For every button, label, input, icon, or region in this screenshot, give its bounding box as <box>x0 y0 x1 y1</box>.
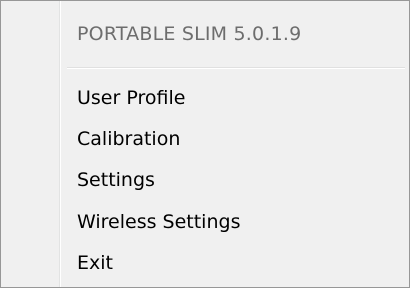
menu-item-user-profile[interactable]: User Profile <box>63 78 406 118</box>
gutter-divider-highlight <box>60 1 61 287</box>
menu-item-exit[interactable]: Exit <box>63 243 406 283</box>
icon-gutter <box>1 1 59 287</box>
menu-item-calibration[interactable]: Calibration <box>63 119 406 159</box>
menu-item-settings[interactable]: Settings <box>63 160 406 200</box>
menu-separator-highlight <box>67 68 405 69</box>
context-menu: PORTABLE SLIM 5.0.1.9 User Profile Calib… <box>0 0 410 288</box>
menu-header-title: PORTABLE SLIM 5.0.1.9 <box>77 23 302 45</box>
menu-item-wireless-settings[interactable]: Wireless Settings <box>63 202 406 242</box>
